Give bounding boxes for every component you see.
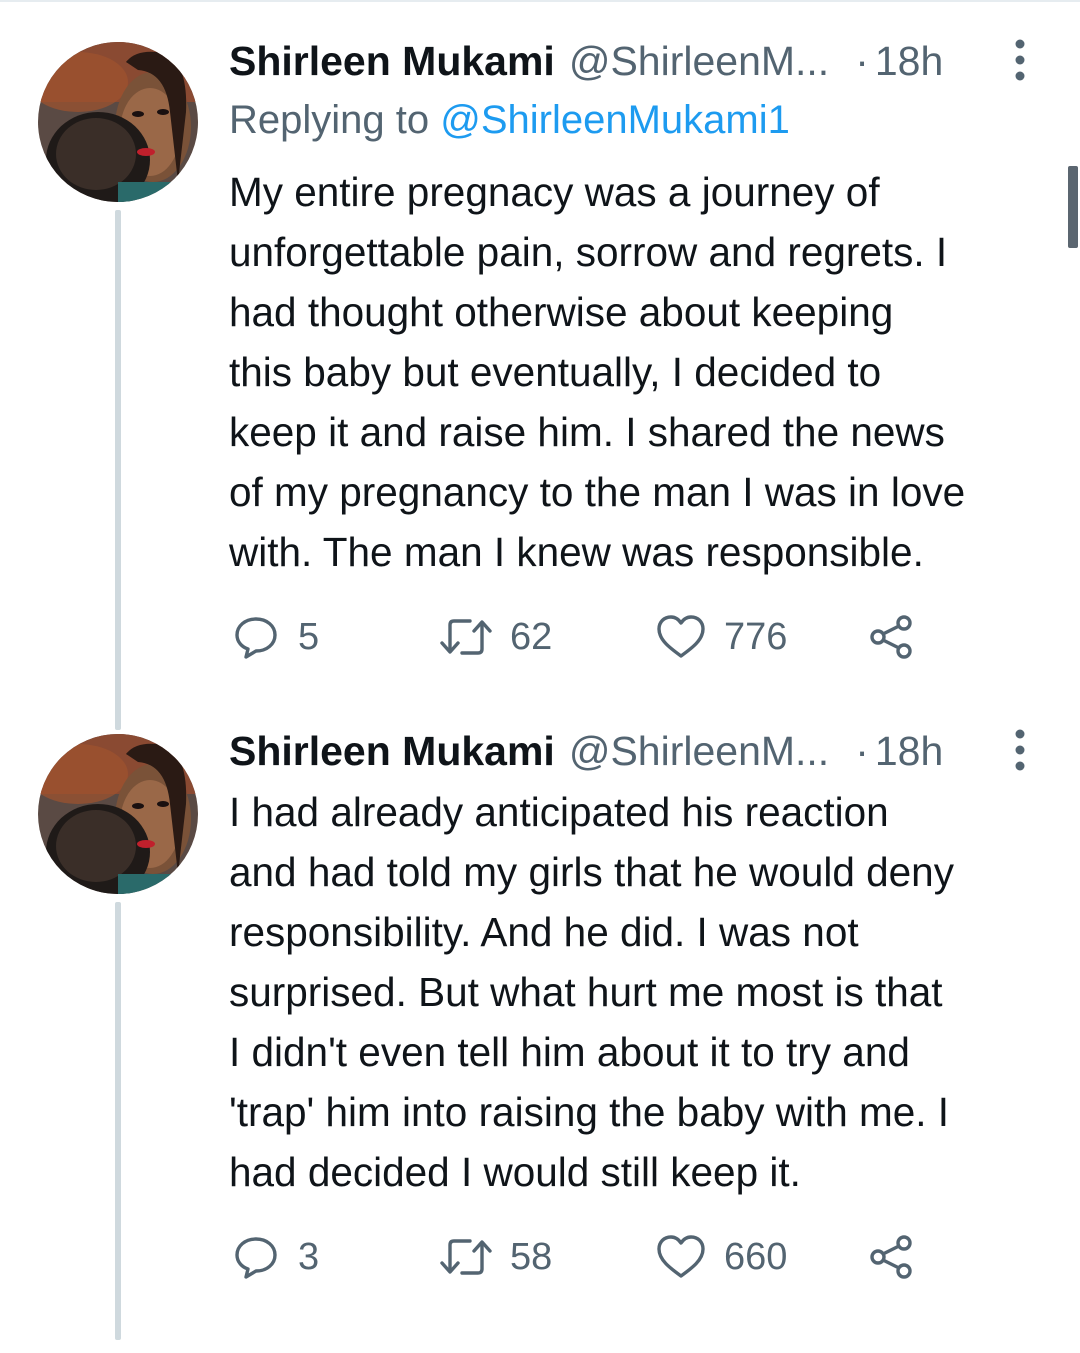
author-handle[interactable]: @ShirleenM... [569, 38, 829, 85]
retweet-button[interactable]: 58 [440, 1232, 552, 1282]
tweet-text-line: I had already anticipated his reaction [229, 789, 889, 835]
author-name[interactable]: Shirleen Mukami [229, 728, 555, 775]
retweet-count: 58 [510, 1235, 553, 1278]
timestamp[interactable]: 18h [875, 728, 943, 775]
reply-count: 3 [298, 1235, 320, 1278]
avatar[interactable] [38, 734, 198, 894]
reply-count: 5 [298, 615, 320, 658]
tweet-text-line: with. The man I knew was responsible. [229, 529, 924, 575]
author-name[interactable]: Shirleen Mukami [229, 38, 555, 85]
reply-button[interactable]: 5 [232, 612, 319, 662]
timestamp[interactable]: 18h [875, 38, 943, 85]
more-vertical-icon[interactable] [1012, 728, 1028, 772]
retweet-icon [440, 1235, 492, 1279]
tweet-text: I had already anticipated his reaction a… [229, 782, 1049, 1202]
tweet-text-line: keep it and raise him. I shared the news [229, 409, 945, 455]
tweet-text-line: 'trap' him into raising the baby with me… [229, 1089, 950, 1135]
tweet-text-line: I didn't even tell him about it to try a… [229, 1029, 910, 1075]
replying-to: Replying to @ShirleenMukami1 [229, 98, 790, 143]
like-count: 660 [724, 1235, 788, 1278]
like-count: 776 [724, 615, 788, 658]
thread-line [115, 902, 121, 1340]
separator-dot: · [855, 727, 869, 774]
tweet-text-line: and had told my girls that he would deny [229, 849, 954, 895]
like-button[interactable]: 776 [656, 612, 787, 662]
tweet-text-line: had decided I would still keep it. [229, 1149, 801, 1195]
thread-line [115, 210, 121, 730]
share-button[interactable] [868, 1232, 914, 1282]
share-button[interactable] [868, 612, 914, 662]
tweet-text: My entire pregnacy was a journey of unfo… [229, 162, 1049, 582]
share-icon [868, 614, 914, 660]
heart-icon [656, 1234, 706, 1280]
tweet-actions: 3 58 660 [232, 1232, 932, 1282]
retweet-count: 62 [510, 615, 553, 658]
reply-icon [232, 613, 280, 661]
tweet-header: Shirleen Mukami @ShirleenM... · 18h [229, 726, 989, 776]
retweet-button[interactable]: 62 [440, 612, 552, 662]
share-icon [868, 1234, 914, 1280]
avatar[interactable] [38, 42, 198, 202]
replying-to-label: Replying to [229, 98, 441, 142]
tweet-text-line: of my pregnancy to the man I was in love [229, 469, 966, 515]
tweet-header: Shirleen Mukami @ShirleenM... · 18h [229, 36, 989, 86]
like-button[interactable]: 660 [656, 1232, 787, 1282]
author-handle[interactable]: @ShirleenM... [569, 728, 829, 775]
tweet-text-line: surprised. But what hurt me most is that [229, 969, 943, 1015]
tweet-text-line: this baby but eventually, I decided to [229, 349, 882, 395]
tweet-text-line: responsibility. And he did. I was not [229, 909, 859, 955]
tweet-text-line: unforgettable pain, sorrow and regrets. … [229, 229, 948, 275]
retweet-icon [440, 615, 492, 659]
reply-button[interactable]: 3 [232, 1232, 319, 1282]
top-divider [0, 0, 1080, 2]
tweet-text-line: had thought otherwise about keeping [229, 289, 894, 335]
separator-dot: · [855, 37, 869, 84]
tweet-actions: 5 62 776 [232, 612, 932, 662]
tweet-text-line: My entire pregnacy was a journey of [229, 169, 880, 215]
more-vertical-icon[interactable] [1012, 38, 1028, 82]
heart-icon [656, 614, 706, 660]
reply-icon [232, 1233, 280, 1281]
reply-mention-link[interactable]: @ShirleenMukami1 [440, 98, 790, 142]
scrollbar-thumb[interactable] [1068, 166, 1078, 248]
